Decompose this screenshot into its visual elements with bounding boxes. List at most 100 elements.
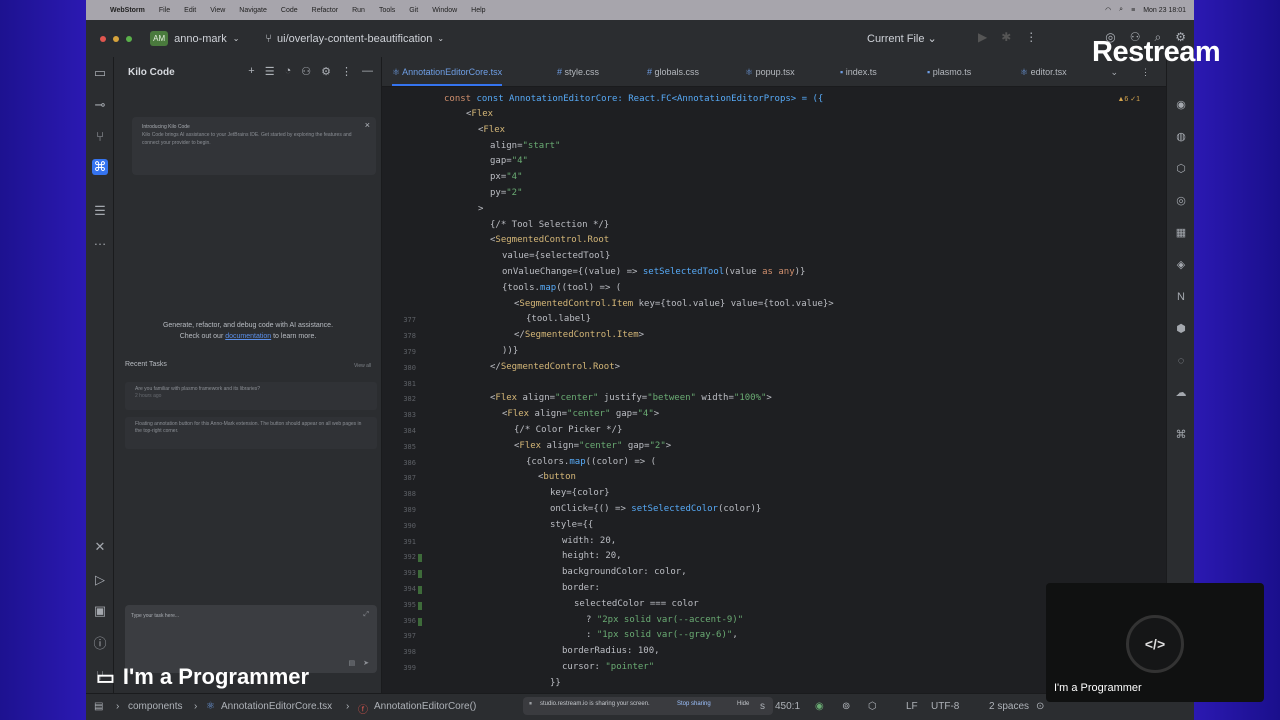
breadcrumb-file[interactable]: AnnotationEditorCore.tsx bbox=[221, 701, 332, 712]
docker-icon[interactable]: ⬢ bbox=[1173, 321, 1189, 337]
minimize-window-button[interactable] bbox=[113, 35, 120, 42]
branch-name: ui/overlay-content-beautification bbox=[277, 32, 433, 45]
code-line: ))} bbox=[502, 346, 519, 356]
monitor-icon: ▭ bbox=[96, 666, 115, 689]
caption-text: I'm a Programmer bbox=[122, 664, 310, 689]
kilo-code-icon[interactable]: ⌘ bbox=[92, 159, 108, 175]
menu-help[interactable]: Help bbox=[471, 7, 485, 14]
project-folder-icon[interactable]: ▭ bbox=[92, 65, 108, 81]
more-icon[interactable]: ⋮ bbox=[1025, 30, 1037, 45]
change-marker bbox=[418, 570, 422, 579]
change-marker bbox=[418, 617, 422, 626]
attach-image-icon[interactable]: ▤ bbox=[349, 659, 356, 667]
database-icon[interactable]: ◍ bbox=[1173, 129, 1189, 145]
docs-link[interactable]: documentation bbox=[225, 333, 271, 340]
services-icon[interactable]: ✕ bbox=[92, 539, 108, 555]
terminal-icon[interactable]: ▣ bbox=[92, 603, 108, 619]
vcs-root-icon[interactable]: ▤ bbox=[94, 701, 103, 712]
plugin-status-icon[interactable]: ⬡ bbox=[868, 701, 877, 712]
menu-app[interactable]: WebStorm bbox=[110, 7, 145, 14]
branch-selector[interactable]: ⑂ ui/overlay-content-beautification ⌄ bbox=[265, 33, 444, 45]
chat-input[interactable]: Type your task here... ⤢ ▤ ➤ bbox=[125, 605, 377, 673]
menu-navigate[interactable]: Navigate bbox=[239, 7, 267, 14]
git-status-icon[interactable]: ⊚ bbox=[842, 701, 850, 712]
profile-icon[interactable]: ⚇ bbox=[301, 65, 311, 78]
menu-git[interactable]: Git bbox=[409, 7, 418, 14]
pull-request-icon[interactable]: ⑂ bbox=[92, 129, 108, 145]
n2-plugin-icon[interactable]: N bbox=[1173, 289, 1189, 305]
menu-code[interactable]: Code bbox=[281, 7, 298, 14]
cloud-icon[interactable]: ☁ bbox=[1173, 385, 1189, 401]
new-task-icon[interactable]: + bbox=[248, 65, 254, 78]
control-center-icon[interactable]: ≡ bbox=[1131, 7, 1135, 14]
wifi-icon[interactable]: ◠ bbox=[1105, 6, 1111, 14]
menu-edit[interactable]: Edit bbox=[184, 7, 196, 14]
avatar: </> bbox=[1126, 615, 1184, 673]
project-selector[interactable]: AM anno-mark ⌄ bbox=[150, 31, 239, 46]
code-line: onValueChange={(value) => setSelectedToo… bbox=[502, 267, 806, 277]
coverage-icon[interactable]: ◌ bbox=[1173, 353, 1189, 369]
settings-icon[interactable]: ⚙ bbox=[321, 65, 331, 78]
menu-run[interactable]: Run bbox=[352, 7, 365, 14]
line-number: 396 bbox=[403, 616, 416, 625]
plugin-icon[interactable]: ⬡ bbox=[1173, 161, 1189, 177]
file-encoding[interactable]: UTF-8 bbox=[931, 701, 959, 712]
structure-icon[interactable]: ☰ bbox=[92, 203, 108, 219]
send-icon[interactable]: ➤ bbox=[363, 659, 369, 667]
code-line: height: 20, bbox=[562, 551, 622, 562]
code-line: value={selectedTool} bbox=[502, 251, 611, 262]
code-line: borderRadius: 100, bbox=[562, 646, 660, 657]
menu-refactor[interactable]: Refactor bbox=[312, 7, 338, 14]
run-icon[interactable]: ▷ bbox=[92, 572, 108, 588]
stop-sharing-button[interactable]: Stop sharing bbox=[677, 701, 711, 707]
code-line: ? "2px solid var(--accent-9)" bbox=[586, 614, 744, 625]
intro-notice: Introducing Kilo Code Kilo Code brings A… bbox=[132, 117, 376, 175]
search-icon[interactable]: ⌕ bbox=[1119, 6, 1123, 14]
code-line: {colors.map((color) => ( bbox=[526, 456, 657, 467]
more-tools-icon[interactable]: … bbox=[92, 233, 108, 249]
readonly-lock-icon[interactable]: ⊙ bbox=[1036, 701, 1044, 712]
more-icon[interactable]: ⋮ bbox=[341, 65, 352, 78]
notifications-icon[interactable]: ◉ bbox=[1173, 97, 1189, 113]
run-icon[interactable]: ▶ bbox=[978, 30, 987, 45]
breadcrumb-separator: › bbox=[346, 701, 350, 712]
indent-setting[interactable]: 2 spaces bbox=[989, 701, 1029, 712]
code-line: <Flex align="center" gap="4"> bbox=[502, 409, 660, 420]
mcp-icon[interactable]: ◔ bbox=[285, 65, 292, 78]
hide-button[interactable]: Hide bbox=[737, 701, 749, 707]
commit-icon[interactable]: ⊸ bbox=[92, 97, 108, 113]
recent-task-item[interactable]: Are you familiar with plasmo framework a… bbox=[125, 382, 377, 410]
bug-icon[interactable]: ⌘ bbox=[1173, 427, 1189, 443]
ide-window: WebStorm File Edit View Navigate Code Re… bbox=[86, 0, 1194, 720]
ai-status-icon[interactable]: ◉ bbox=[815, 701, 824, 712]
breadcrumb-components[interactable]: components bbox=[128, 701, 182, 712]
close-window-button[interactable] bbox=[100, 35, 106, 42]
menu-view[interactable]: View bbox=[210, 7, 225, 14]
hide-panel-icon[interactable]: — bbox=[362, 65, 373, 78]
code-line: px="4" bbox=[490, 172, 523, 183]
zoom-window-button[interactable] bbox=[126, 35, 133, 42]
code-line: <SegmentedControl.Item key={tool.value} … bbox=[514, 298, 834, 309]
history-icon[interactable]: ☰ bbox=[265, 65, 275, 78]
recent-task-item[interactable]: Floating annotation button for this Anno… bbox=[125, 417, 377, 449]
menubar-clock[interactable]: Mon 23 18:01 bbox=[1143, 7, 1186, 14]
copilot-icon[interactable]: ◎ bbox=[1173, 193, 1189, 209]
debug-icon[interactable]: ✱ bbox=[1001, 30, 1011, 45]
ai-chat-icon[interactable]: ◈ bbox=[1173, 257, 1189, 273]
chat-expand-icon[interactable]: ⤢ bbox=[363, 611, 369, 619]
endpoints-icon[interactable]: ▦ bbox=[1173, 225, 1189, 241]
close-icon[interactable]: × bbox=[365, 121, 370, 130]
run-config-selector[interactable]: Current File ⌄ bbox=[867, 32, 937, 45]
empty-line-2-suffix: to learn more. bbox=[271, 333, 317, 340]
line-number: 391 bbox=[403, 537, 416, 546]
menu-file[interactable]: File bbox=[159, 7, 170, 14]
cursor-position[interactable]: 450:1 bbox=[775, 701, 800, 712]
line-separator[interactable]: LF bbox=[906, 701, 918, 712]
breadcrumb-function[interactable]: AnnotationEditorCore() bbox=[374, 701, 476, 712]
problems-icon[interactable]: ⓘ bbox=[92, 636, 108, 652]
menu-window[interactable]: Window bbox=[432, 7, 457, 14]
code-signature: const const AnnotationEditorCore: React.… bbox=[444, 94, 824, 104]
view-all-link[interactable]: View all bbox=[354, 363, 371, 369]
status-misc: s bbox=[760, 701, 765, 712]
menu-tools[interactable]: Tools bbox=[379, 7, 395, 14]
